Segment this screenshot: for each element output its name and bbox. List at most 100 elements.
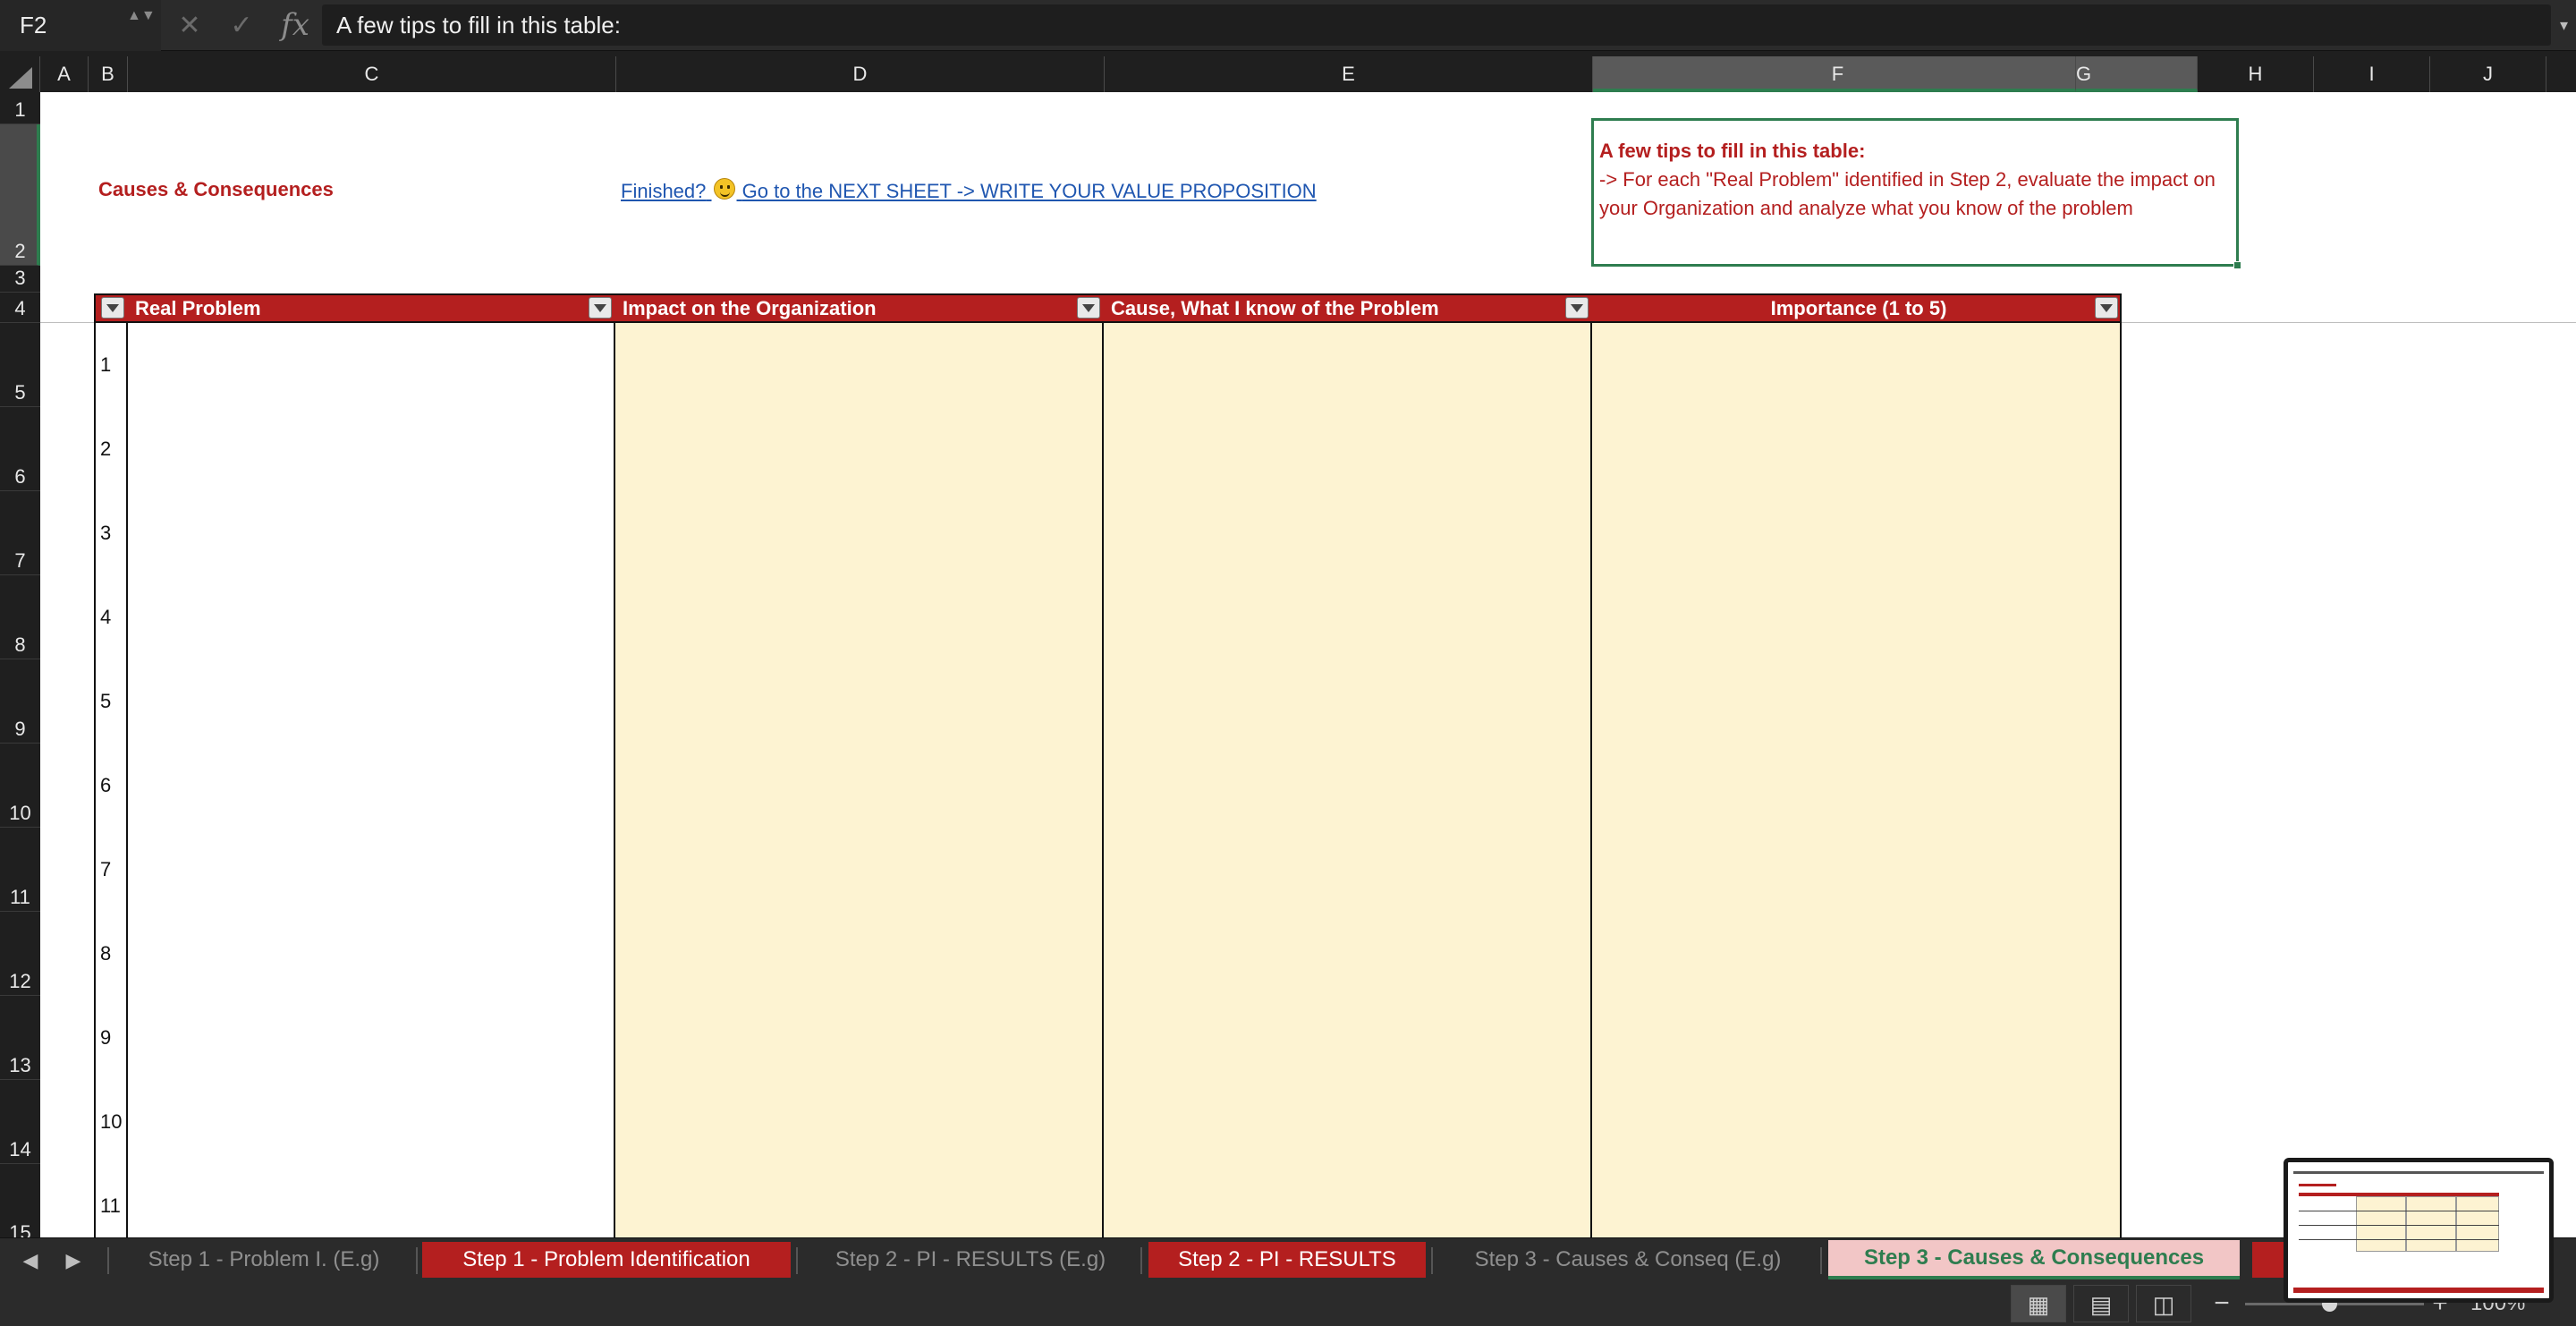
row-number-cell[interactable]: 4 <box>94 575 128 659</box>
row-header-5[interactable]: 5 <box>0 323 40 407</box>
formula-input[interactable]: A few tips to fill in this table: <box>322 4 2551 46</box>
row-header-12[interactable]: 12 <box>0 912 40 996</box>
sheet-grid[interactable]: Causes & Consequences Finished? Go to th… <box>40 92 2576 1237</box>
cause-cell[interactable] <box>1104 323 1592 407</box>
impact-cell[interactable] <box>615 659 1104 744</box>
importance-cell[interactable] <box>1592 323 2122 407</box>
cause-cell[interactable] <box>1104 1080 1592 1164</box>
tab-step2-results[interactable]: Step 2 - PI - RESULTS <box>1148 1242 1426 1278</box>
impact-cell[interactable] <box>615 1164 1104 1237</box>
row-header-9[interactable]: 9 <box>0 659 40 744</box>
row-header-11[interactable]: 11 <box>0 828 40 912</box>
tab-step2-results-eg[interactable]: Step 2 - PI - RESULTS (E.g) <box>805 1242 1136 1278</box>
real-problem-cell[interactable] <box>128 828 615 912</box>
tab-step3-causes-eg[interactable]: Step 3 - Causes & Conseq (E.g) <box>1440 1242 1816 1278</box>
impact-cell[interactable] <box>615 407 1104 491</box>
impact-cell[interactable] <box>615 996 1104 1080</box>
tab-step1-problem-eg[interactable]: Step 1 - Problem I. (E.g) <box>116 1242 411 1278</box>
expand-formula-bar-icon[interactable]: ▾ <box>2552 0 2576 51</box>
column-header-d[interactable]: D <box>616 56 1105 92</box>
importance-cell[interactable] <box>1592 575 2122 659</box>
cancel-icon[interactable]: ✕ <box>172 0 208 51</box>
real-problem-cell[interactable] <box>128 407 615 491</box>
column-header-a[interactable]: A <box>40 56 89 92</box>
tab-step3-causes-consequences[interactable]: Step 3 - Causes & Consequences <box>1828 1240 2240 1279</box>
row-number-cell[interactable]: 9 <box>94 996 128 1080</box>
row-number-cell[interactable]: 2 <box>94 407 128 491</box>
row-number-cell[interactable]: 5 <box>94 659 128 744</box>
cause-cell[interactable] <box>1104 996 1592 1080</box>
cause-cell[interactable] <box>1104 659 1592 744</box>
row-header-6[interactable]: 6 <box>0 407 40 491</box>
tips-text-box[interactable]: A few tips to fill in this table: -> For… <box>1591 118 2241 269</box>
row-number-cell[interactable]: 3 <box>94 491 128 575</box>
row-header-13[interactable]: 13 <box>0 996 40 1080</box>
column-header-h[interactable]: H <box>2198 56 2314 92</box>
impact-cell[interactable] <box>615 744 1104 828</box>
filter-dropdown-icon[interactable] <box>2095 297 2118 319</box>
page-break-view-icon[interactable]: ◫ <box>2136 1285 2191 1322</box>
previous-sheet-arrow-icon[interactable]: ◀ <box>13 1238 48 1282</box>
importance-cell[interactable] <box>1592 996 2122 1080</box>
row-header-3[interactable]: 3 <box>0 266 40 293</box>
importance-cell[interactable] <box>1592 407 2122 491</box>
tab-step1-problem-identification[interactable]: Step 1 - Problem Identification <box>422 1242 791 1278</box>
real-problem-cell[interactable] <box>128 912 615 996</box>
impact-cell[interactable] <box>615 828 1104 912</box>
row-header-2[interactable]: 2 <box>0 124 40 266</box>
row-header-7[interactable]: 7 <box>0 491 40 575</box>
filter-dropdown-icon[interactable] <box>589 297 612 319</box>
real-problem-cell[interactable] <box>128 996 615 1080</box>
column-header-j[interactable]: J <box>2430 56 2546 92</box>
filter-dropdown-icon[interactable] <box>101 297 124 319</box>
cause-cell[interactable] <box>1104 407 1592 491</box>
cause-cell[interactable] <box>1104 912 1592 996</box>
screenshot-thumbnail-preview[interactable] <box>2284 1158 2554 1303</box>
next-sheet-link[interactable]: Finished? Go to the NEXT SHEET -> WRITE … <box>621 178 1317 203</box>
select-all-button[interactable] <box>0 56 40 92</box>
row-header-14[interactable]: 14 <box>0 1080 40 1164</box>
page-layout-view-icon[interactable]: ▤ <box>2073 1285 2129 1322</box>
column-header-b[interactable]: B <box>89 56 128 92</box>
row-number-cell[interactable]: 11 <box>94 1164 128 1237</box>
impact-cell[interactable] <box>615 491 1104 575</box>
real-problem-cell[interactable] <box>128 659 615 744</box>
importance-cell[interactable] <box>1592 828 2122 912</box>
real-problem-cell[interactable] <box>128 1164 615 1237</box>
insert-function-icon[interactable]: fx <box>277 0 313 51</box>
normal-view-icon[interactable]: ▦ <box>2011 1285 2066 1322</box>
row-header-4[interactable]: 4 <box>0 293 40 323</box>
column-header-g[interactable]: G <box>2076 56 2198 92</box>
name-box-stepper-icon[interactable]: ▲▼ <box>127 7 156 43</box>
real-problem-cell[interactable] <box>128 323 615 407</box>
row-header-1[interactable]: 1 <box>0 92 40 124</box>
row-header-15[interactable]: 15 <box>0 1164 40 1237</box>
column-header-i[interactable]: I <box>2314 56 2430 92</box>
row-header-8[interactable]: 8 <box>0 575 40 659</box>
next-sheet-arrow-icon[interactable]: ▶ <box>55 1238 91 1282</box>
cause-cell[interactable] <box>1104 575 1592 659</box>
importance-cell[interactable] <box>1592 1164 2122 1237</box>
selection-fill-handle[interactable] <box>2233 261 2241 269</box>
row-header-10[interactable]: 10 <box>0 744 40 828</box>
impact-cell[interactable] <box>615 323 1104 407</box>
column-header-f[interactable]: F <box>1593 56 2076 92</box>
row-number-cell[interactable]: 8 <box>94 912 128 996</box>
real-problem-cell[interactable] <box>128 575 615 659</box>
importance-cell[interactable] <box>1592 1080 2122 1164</box>
real-problem-cell[interactable] <box>128 1080 615 1164</box>
column-header-e[interactable]: E <box>1105 56 1593 92</box>
cause-cell[interactable] <box>1104 1164 1592 1237</box>
row-number-cell[interactable]: 6 <box>94 744 128 828</box>
real-problem-cell[interactable] <box>128 491 615 575</box>
cause-cell[interactable] <box>1104 828 1592 912</box>
enter-checkmark-icon[interactable]: ✓ <box>224 0 259 51</box>
row-number-cell[interactable]: 7 <box>94 828 128 912</box>
impact-cell[interactable] <box>615 575 1104 659</box>
column-header-c[interactable]: C <box>128 56 616 92</box>
impact-cell[interactable] <box>615 1080 1104 1164</box>
impact-cell[interactable] <box>615 912 1104 996</box>
filter-dropdown-icon[interactable] <box>1077 297 1100 319</box>
row-number-cell[interactable]: 1 <box>94 323 128 407</box>
importance-cell[interactable] <box>1592 659 2122 744</box>
